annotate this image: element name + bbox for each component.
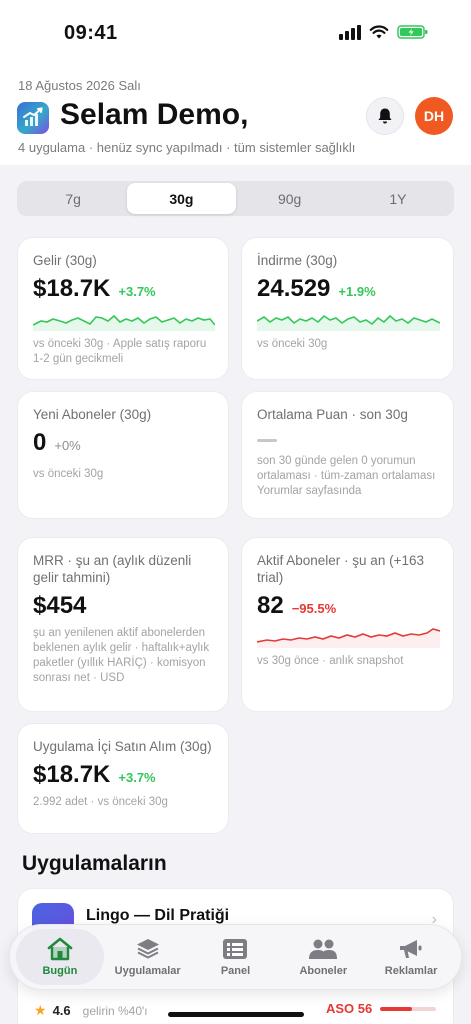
downloads-value: 24.529 bbox=[257, 275, 331, 302]
new-subscribers-delta: +0% bbox=[54, 438, 81, 453]
average-rating-title: Ortalama Puan · son 30g bbox=[257, 407, 408, 422]
downloads-card[interactable]: İndirme (30g) 24.529 +1.9% vs önceki 30g bbox=[241, 237, 454, 380]
bottom-tab-bar: Bugün Uygulamalar Panel Aboneler Reklaml… bbox=[9, 924, 462, 990]
apps-section-title: Uygulamaların bbox=[22, 852, 167, 875]
tab-ads-label: Reklamlar bbox=[384, 965, 438, 977]
home-icon bbox=[47, 937, 73, 961]
home-indicator bbox=[168, 1012, 304, 1017]
revenue-value: $18.7K bbox=[33, 275, 111, 302]
revenue-sparkline bbox=[33, 314, 215, 331]
aso-progress-bar bbox=[380, 1006, 437, 1011]
aso-score: ASO 56 bbox=[326, 1001, 437, 1016]
period-tab-90g[interactable]: 90g bbox=[236, 183, 344, 214]
mrr-value: $454 bbox=[33, 592, 87, 619]
active-subscribers-delta: −95.5% bbox=[291, 601, 337, 616]
period-selector: 7g 30g 90g 1Y bbox=[17, 181, 454, 216]
tab-today[interactable]: Bugün bbox=[16, 929, 104, 985]
tab-panel-label: Panel bbox=[220, 965, 251, 977]
revenue-note: vs önceki 30g · Apple satış raporu 1-2 g… bbox=[33, 338, 207, 365]
tab-panel[interactable]: Panel bbox=[192, 929, 280, 985]
average-rating-note: son 30 günde gelen 0 yorumun ortalaması … bbox=[257, 455, 436, 497]
aso-progress-fill bbox=[380, 1006, 412, 1011]
new-subscribers-value: 0 bbox=[33, 429, 47, 456]
period-tab-30g[interactable]: 30g bbox=[127, 183, 236, 214]
tab-ads[interactable]: Reklamlar bbox=[367, 929, 455, 985]
downloads-note: vs önceki 30g bbox=[257, 338, 328, 350]
greeting-title: Selam Demo, bbox=[60, 98, 249, 131]
active-subscribers-note: vs 30g önce · anlık snapshot bbox=[257, 655, 404, 667]
panel-icon bbox=[223, 939, 248, 959]
bell-icon bbox=[378, 108, 392, 124]
tab-apps-label: Uygulamalar bbox=[114, 965, 181, 977]
active-subscribers-title: Aktif Aboneler · şu an (+163 trial) bbox=[257, 553, 424, 585]
period-tab-1y[interactable]: 1Y bbox=[344, 183, 452, 214]
new-subscribers-title: Yeni Aboneler (30g) bbox=[33, 407, 152, 422]
status-bar: 09:41 bbox=[0, 0, 471, 70]
star-icon: ★ bbox=[34, 1002, 47, 1018]
mrr-note: şu an yenilenen aktif abonelerden beklen… bbox=[33, 627, 210, 684]
mrr-title: MRR · şu an (aylık düzenli gelir tahmini… bbox=[33, 553, 192, 585]
downloads-sparkline bbox=[257, 314, 440, 331]
new-subscribers-card[interactable]: Yeni Aboneler (30g) 0 +0% vs önceki 30g bbox=[17, 391, 229, 519]
app-logo bbox=[17, 102, 49, 134]
people-icon bbox=[309, 939, 338, 959]
in-app-purchase-card[interactable]: Uygulama İçi Satın Alım (30g) $18.7K +3.… bbox=[17, 723, 229, 834]
revenue-card[interactable]: Gelir (30g) $18.7K +3.7% vs önceki 30g ·… bbox=[17, 237, 229, 380]
tab-subscribers[interactable]: Aboneler bbox=[279, 929, 367, 985]
in-app-purchase-value: $18.7K bbox=[33, 761, 111, 788]
system-status-line: 4 uygulama · henüz sync yapılmadı · tüm … bbox=[18, 140, 356, 155]
battery-charging-icon bbox=[397, 25, 428, 39]
app-name: Lingo — Dil Pratiği bbox=[86, 907, 230, 924]
trend-chart-icon bbox=[23, 107, 43, 126]
wifi-icon bbox=[369, 25, 389, 39]
downloads-delta: +1.9% bbox=[338, 284, 376, 299]
active-subscribers-value: 82 bbox=[257, 592, 284, 619]
in-app-purchase-delta: +3.7% bbox=[118, 770, 156, 785]
app-rating: ★ 4.6 gelirin %40'ı bbox=[34, 1002, 148, 1019]
app-revenue-share: gelirin %40'ı bbox=[82, 1003, 148, 1018]
header-date: 18 Ağustos 2026 Salı bbox=[18, 78, 141, 93]
in-app-purchase-title: Uygulama İçi Satın Alım (30g) bbox=[33, 739, 212, 754]
empty-value-dash bbox=[257, 439, 277, 442]
app-rating-value: 4.6 bbox=[52, 1003, 71, 1018]
average-rating-card[interactable]: Ortalama Puan · son 30g son 30 günde gel… bbox=[241, 391, 454, 519]
aso-label: ASO 56 bbox=[326, 1001, 373, 1016]
active-subscribers-sparkline bbox=[257, 628, 440, 648]
status-time: 09:41 bbox=[64, 22, 118, 44]
tab-apps[interactable]: Uygulamalar bbox=[104, 929, 192, 985]
tab-subscribers-label: Aboneler bbox=[299, 965, 348, 977]
cellular-signal-icon bbox=[339, 24, 361, 40]
downloads-card-title: İndirme (30g) bbox=[257, 253, 338, 268]
header: 18 Ağustos 2026 Salı Selam Demo, 4 uygul… bbox=[0, 70, 471, 165]
megaphone-icon bbox=[400, 940, 422, 958]
notifications-button[interactable] bbox=[366, 97, 404, 135]
tab-today-label: Bugün bbox=[42, 965, 78, 977]
active-subscribers-card[interactable]: Aktif Aboneler · şu an (+163 trial) 82 −… bbox=[241, 537, 454, 712]
profile-avatar[interactable]: DH bbox=[415, 97, 453, 135]
layers-icon bbox=[136, 939, 159, 959]
revenue-delta: +3.7% bbox=[118, 284, 156, 299]
mrr-card[interactable]: MRR · şu an (aylık düzenli gelir tahmini… bbox=[17, 537, 229, 712]
period-tab-7g[interactable]: 7g bbox=[19, 183, 127, 214]
new-subscribers-note: vs önceki 30g bbox=[33, 468, 104, 480]
status-icons bbox=[339, 24, 429, 40]
revenue-card-title: Gelir (30g) bbox=[33, 253, 97, 268]
in-app-purchase-note: 2.992 adet · vs önceki 30g bbox=[33, 796, 168, 808]
